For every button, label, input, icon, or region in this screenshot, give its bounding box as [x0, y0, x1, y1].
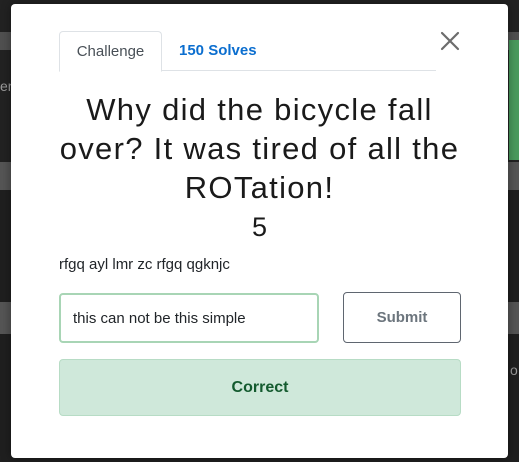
challenge-points: 5	[251, 212, 268, 242]
close-icon	[440, 31, 460, 51]
background-green-strip	[509, 40, 519, 160]
close-button[interactable]	[438, 29, 462, 53]
submit-button[interactable]: Submit	[343, 292, 461, 343]
flag-input[interactable]	[59, 293, 319, 343]
challenge-modal: Challenge 150 Solves Why did the bicycle…	[11, 4, 508, 458]
background-text-right: o	[510, 362, 518, 378]
challenge-description: rfgq ayl lmr zc rfgq qgknjc	[59, 256, 230, 273]
result-alert: Correct	[59, 359, 461, 416]
tab-challenge[interactable]: Challenge	[59, 31, 162, 72]
challenge-tabs: Challenge 150 Solves	[59, 31, 436, 72]
challenge-title: Why did the bicycle fall over? It was ti…	[59, 92, 460, 205]
tab-solves[interactable]: 150 Solves	[163, 31, 273, 71]
